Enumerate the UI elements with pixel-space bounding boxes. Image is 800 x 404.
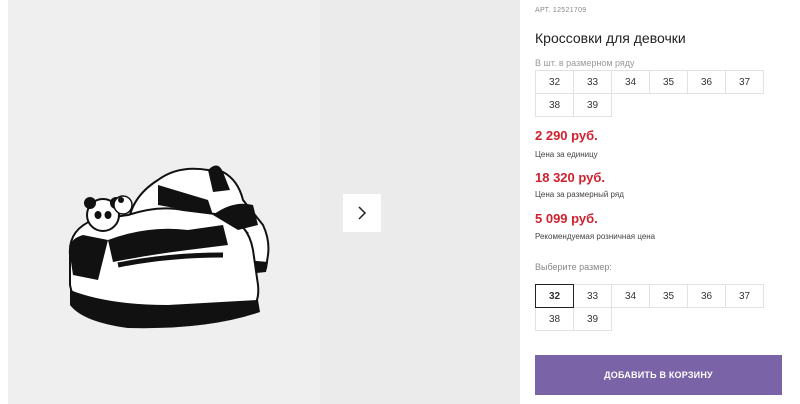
pack-size-cell: 39 (573, 93, 612, 117)
article-label: АРТ. (535, 7, 551, 14)
unit-price-label: Цена за единицу (535, 150, 598, 159)
pack-size-cell: 36 (687, 70, 726, 94)
size-option[interactable]: 36 (687, 284, 726, 308)
pack-price: 18 320 руб. (535, 170, 606, 185)
chevron-right-icon (358, 206, 367, 220)
pack-size-cell: 33 (573, 70, 612, 94)
size-option-selected[interactable]: 32 (535, 284, 574, 308)
choose-size-label: Выберите размер: (535, 262, 612, 272)
pack-price-label: Цена за размерный ряд (535, 190, 624, 199)
size-picker-grid: 32 33 34 35 36 37 38 39 (535, 284, 764, 331)
pack-size-cell: 37 (725, 70, 764, 94)
pack-size-caption: В шт. в размерном ряду (535, 58, 635, 68)
add-to-cart-button[interactable]: ДОБАВИТЬ В КОРЗИНУ (535, 355, 782, 395)
pack-size-grid: 32 33 34 35 36 37 38 39 (535, 70, 764, 117)
sneaker-front (68, 195, 260, 329)
size-option[interactable]: 39 (573, 307, 612, 331)
size-option[interactable]: 33 (573, 284, 612, 308)
size-option[interactable]: 35 (649, 284, 688, 308)
size-option[interactable]: 34 (611, 284, 650, 308)
product-title: Кроссовки для девочки (535, 30, 686, 46)
pack-size-cell: 32 (535, 70, 574, 94)
retail-price: 5 099 руб. (535, 211, 598, 226)
pack-size-cell: 35 (649, 70, 688, 94)
size-option[interactable]: 38 (535, 307, 574, 331)
retail-price-label: Рекомендуемая розничная цена (535, 232, 656, 241)
article-number: АРТ. 12521709 (535, 7, 586, 14)
pack-size-cell: 38 (535, 93, 574, 117)
size-option[interactable]: 37 (725, 284, 764, 308)
unit-price: 2 290 руб. (535, 128, 598, 143)
next-image-button[interactable] (343, 194, 381, 232)
pack-size-cell: 34 (611, 70, 650, 94)
product-image (68, 165, 270, 329)
product-gallery (8, 0, 320, 404)
article-value: 12521709 (552, 7, 587, 14)
